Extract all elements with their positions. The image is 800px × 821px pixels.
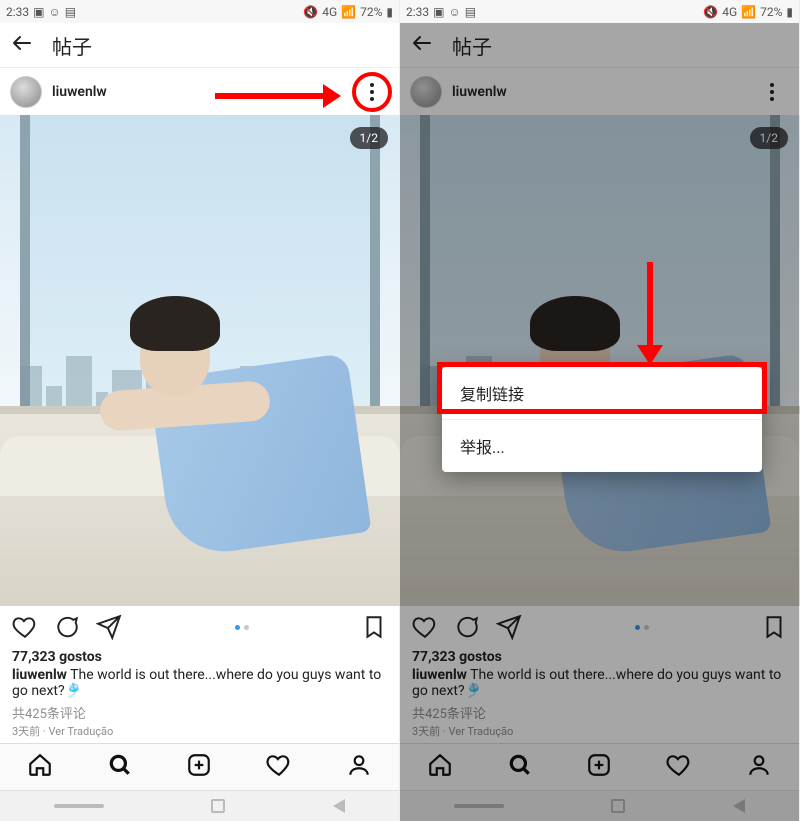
notification-icon: ▣ xyxy=(33,5,44,19)
menu-report[interactable]: 举报... xyxy=(442,419,762,472)
post-time: 3天前 · Ver Tradução xyxy=(412,723,787,739)
bottom-nav xyxy=(400,743,799,790)
post-meta: 77,323 gostos liuwenlw The world is out … xyxy=(0,649,399,743)
battery-text: 72% xyxy=(360,5,382,19)
profile-icon[interactable] xyxy=(746,752,772,782)
battery-icon: ▮ xyxy=(786,5,793,19)
app-header: 帖子 xyxy=(400,23,799,68)
home-icon[interactable] xyxy=(27,752,53,782)
post-actions xyxy=(400,606,799,649)
save-icon[interactable] xyxy=(761,614,787,640)
battery-text: 72% xyxy=(760,5,782,19)
network-label: 4G xyxy=(322,5,337,19)
back-icon[interactable] xyxy=(410,31,434,59)
search-icon[interactable] xyxy=(507,752,533,782)
android-nav-bar xyxy=(0,790,399,821)
bottom-nav xyxy=(0,743,399,790)
post-username[interactable]: liuwenlw xyxy=(452,84,507,100)
recent-apps-icon[interactable] xyxy=(454,804,504,808)
more-options-button[interactable] xyxy=(355,75,389,109)
back-soft-icon[interactable] xyxy=(333,799,345,813)
post-image[interactable]: 1/2 xyxy=(0,115,400,605)
calendar-icon: ▤ xyxy=(65,5,76,19)
comment-icon[interactable] xyxy=(54,614,80,640)
add-post-icon[interactable] xyxy=(186,752,212,782)
page-title: 帖子 xyxy=(52,31,92,60)
android-nav-bar xyxy=(400,790,799,821)
caption-text: The world is out there...where do you gu… xyxy=(412,667,781,699)
menu-copy-link[interactable]: 复制链接 xyxy=(442,367,762,419)
battery-icon: ▮ xyxy=(386,5,393,19)
recent-apps-icon[interactable] xyxy=(54,804,104,808)
network-label: 4G xyxy=(722,5,737,19)
mute-icon: 🔇 xyxy=(703,5,718,19)
status-time: 2:33 xyxy=(6,5,29,19)
back-soft-icon[interactable] xyxy=(733,799,745,813)
signal-icon: 📶 xyxy=(741,5,756,19)
home-soft-icon[interactable] xyxy=(211,799,225,813)
save-icon[interactable] xyxy=(361,614,387,640)
post-header: liuwenlw xyxy=(400,68,799,115)
post-caption: liuwenlw The world is out there...where … xyxy=(12,667,387,699)
avatar[interactable] xyxy=(10,76,42,108)
like-icon[interactable] xyxy=(412,614,438,640)
caption-username[interactable]: liuwenlw xyxy=(412,667,467,683)
like-icon[interactable] xyxy=(12,614,38,640)
comment-icon[interactable] xyxy=(454,614,480,640)
post-time: 3天前 · Ver Tradução xyxy=(12,723,387,739)
app-icon: ☺ xyxy=(48,5,60,19)
activity-icon[interactable] xyxy=(266,752,292,782)
share-icon[interactable] xyxy=(496,614,522,640)
home-soft-icon[interactable] xyxy=(611,799,625,813)
add-post-icon[interactable] xyxy=(586,752,612,782)
photo-counter: 1/2 xyxy=(750,127,788,149)
likes-count[interactable]: 77,323 gostos xyxy=(12,649,387,665)
back-icon[interactable] xyxy=(10,31,34,59)
notification-icon: ▣ xyxy=(433,5,444,19)
status-time: 2:33 xyxy=(406,5,429,19)
profile-icon[interactable] xyxy=(346,752,372,782)
post-meta: 77,323 gostos liuwenlw The world is out … xyxy=(400,649,799,743)
more-icon xyxy=(770,83,774,101)
options-menu: 复制链接 举报... xyxy=(442,367,762,472)
status-bar: 2:33 ▣ ☺ ▤ 🔇 4G 📶 72% ▮ xyxy=(0,0,399,23)
caption-text: The world is out there...where do you gu… xyxy=(12,667,381,699)
search-icon[interactable] xyxy=(107,752,133,782)
post-actions xyxy=(0,606,399,649)
signal-icon: 📶 xyxy=(341,5,356,19)
mute-icon: 🔇 xyxy=(303,5,318,19)
caption-username[interactable]: liuwenlw xyxy=(12,667,67,683)
app-header: 帖子 xyxy=(0,23,399,68)
more-options-button[interactable] xyxy=(755,75,789,109)
likes-count[interactable]: 77,323 gostos xyxy=(412,649,787,665)
photo-counter: 1/2 xyxy=(350,127,388,149)
carousel-dots xyxy=(138,625,345,630)
home-icon[interactable] xyxy=(427,752,453,782)
screenshot-left: 2:33 ▣ ☺ ▤ 🔇 4G 📶 72% ▮ 帖子 liuwenlw xyxy=(0,0,400,821)
share-icon[interactable] xyxy=(96,614,122,640)
carousel-dots xyxy=(538,625,745,630)
status-bar: 2:33 ▣ ☺ ▤ 🔇 4G 📶 72% ▮ xyxy=(400,0,799,23)
calendar-icon: ▤ xyxy=(465,5,476,19)
post-username[interactable]: liuwenlw xyxy=(52,84,107,100)
activity-icon[interactable] xyxy=(666,752,692,782)
comments-link[interactable]: 共425条评论 xyxy=(412,703,787,722)
post-header: liuwenlw xyxy=(0,68,399,115)
more-icon xyxy=(370,83,374,101)
app-icon: ☺ xyxy=(448,5,460,19)
avatar[interactable] xyxy=(410,76,442,108)
comments-link[interactable]: 共425条评论 xyxy=(12,703,387,722)
page-title: 帖子 xyxy=(452,31,492,60)
post-image[interactable]: 1/2 xyxy=(400,115,800,605)
post-caption: liuwenlw The world is out there...where … xyxy=(412,667,787,699)
